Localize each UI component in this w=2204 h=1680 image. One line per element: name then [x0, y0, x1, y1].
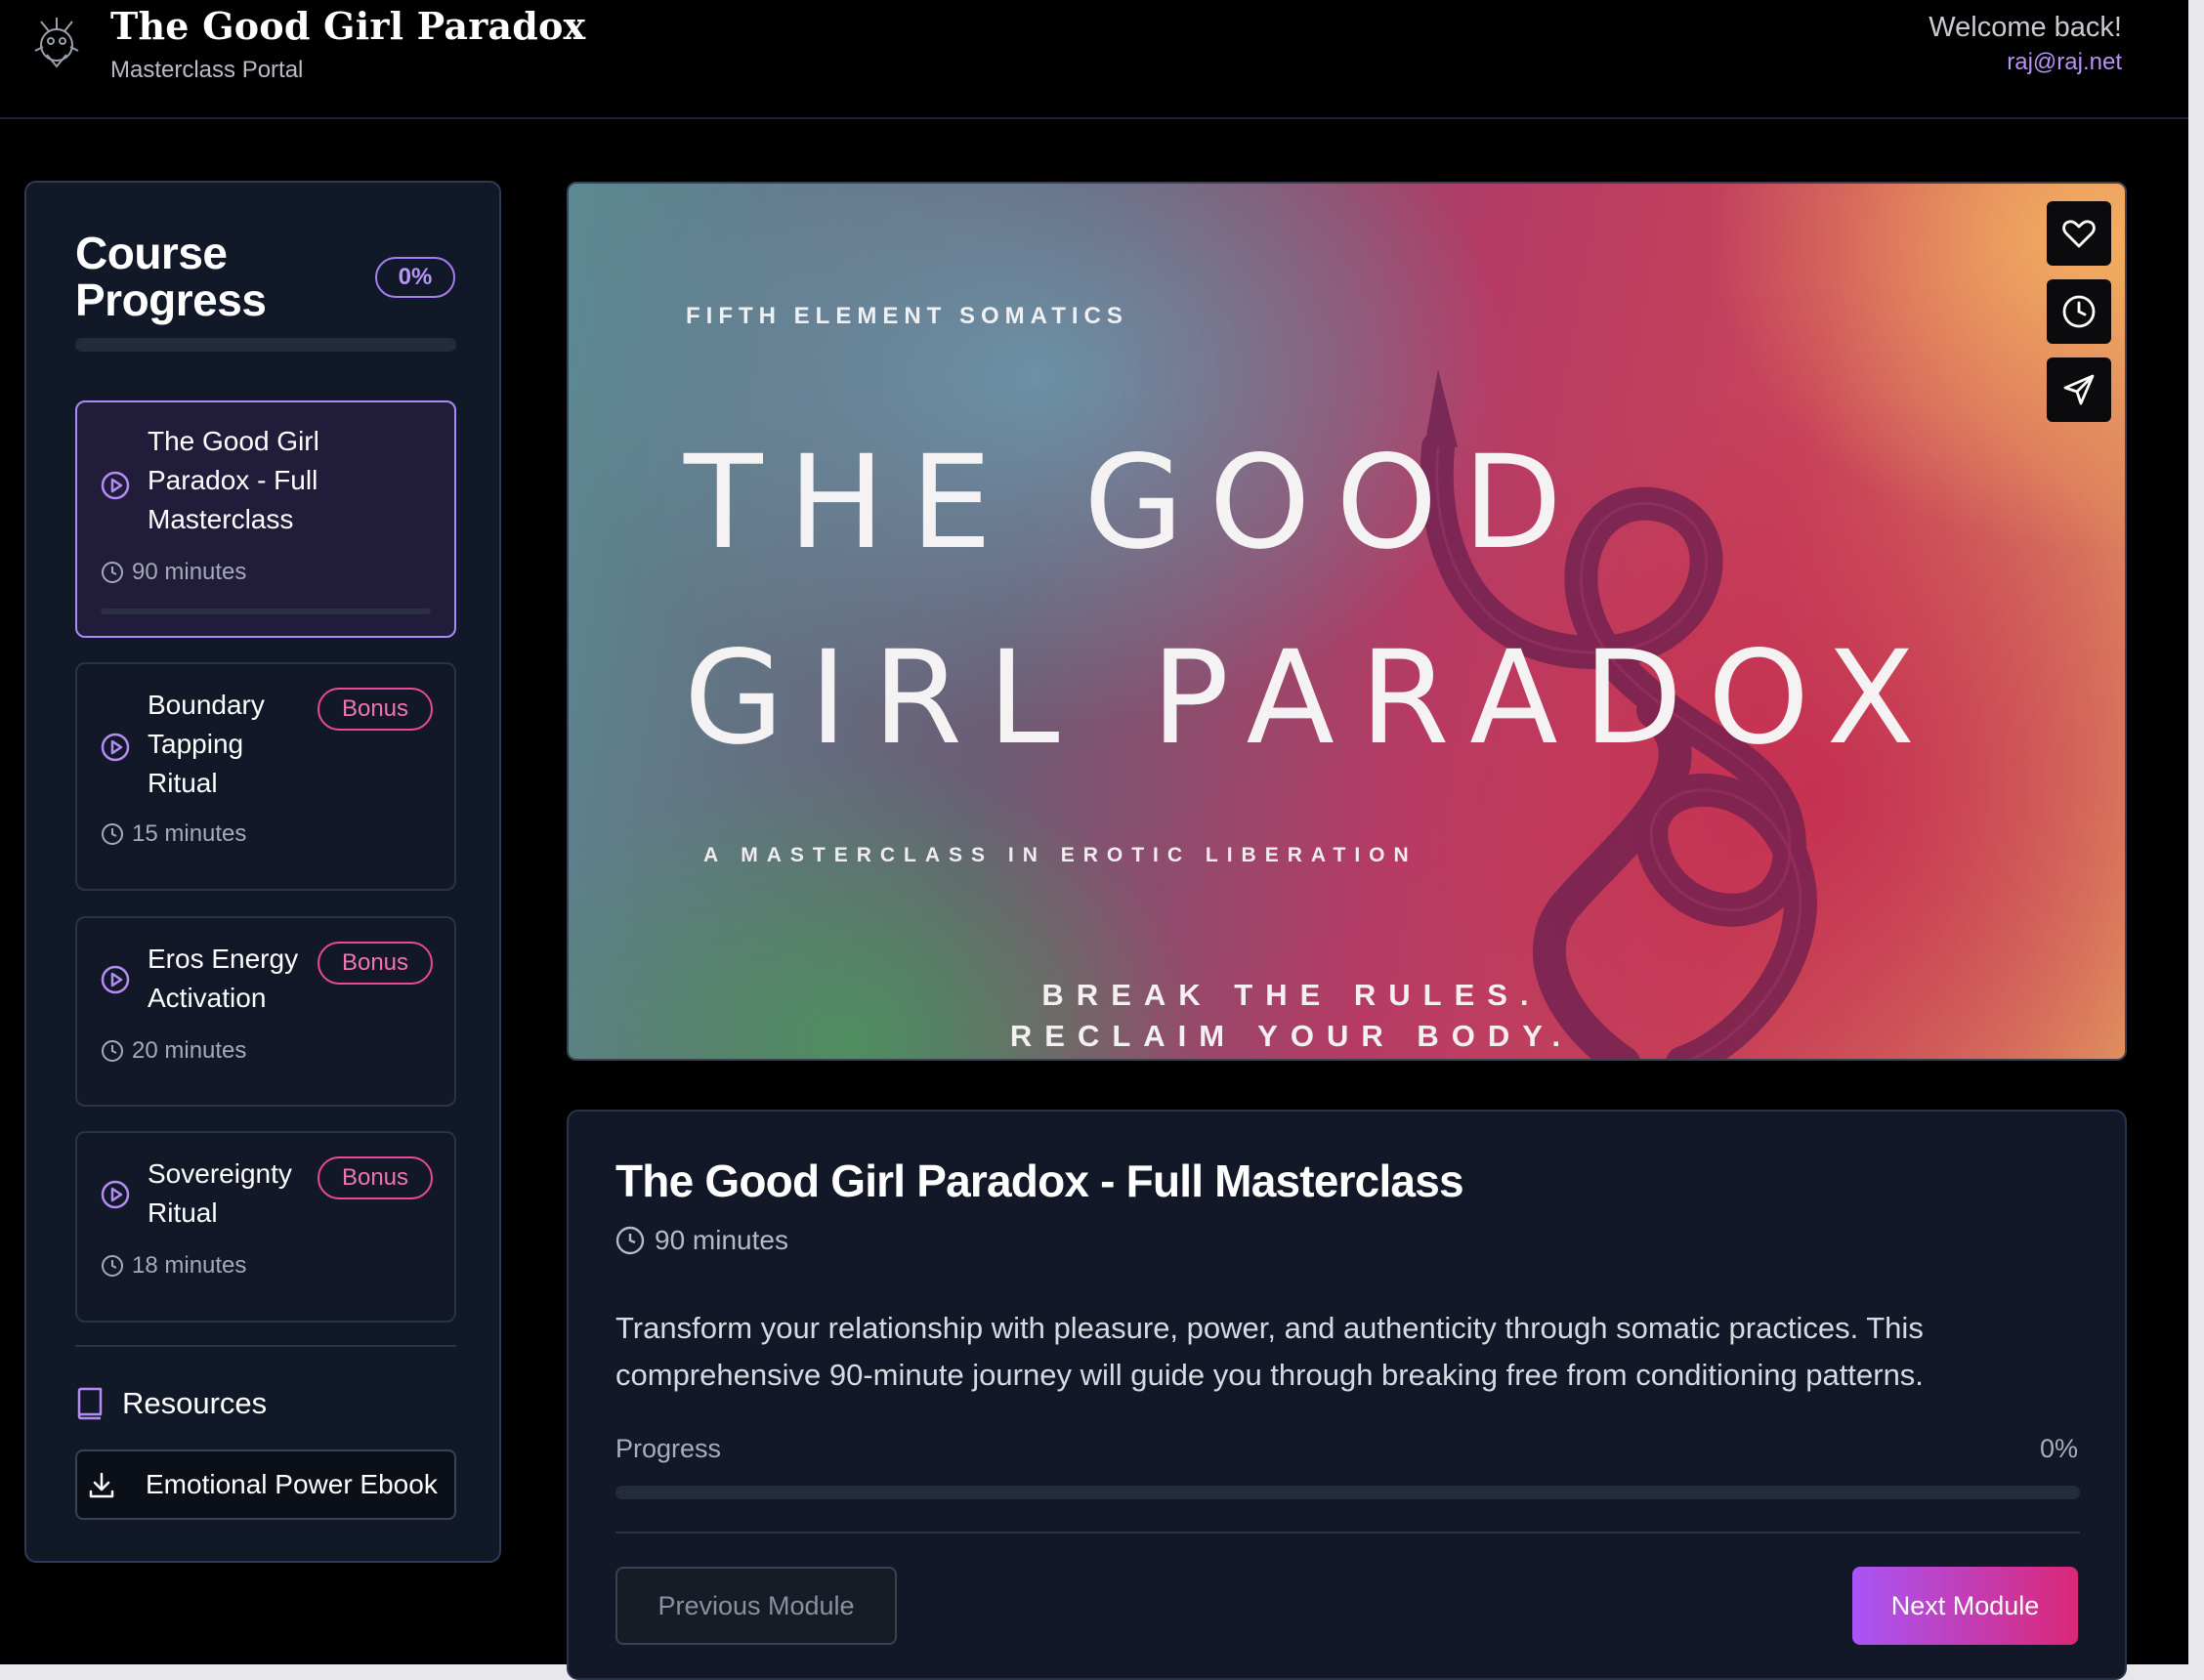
download-icon [89, 1472, 114, 1498]
hero-brand: FIFTH ELEMENT SOMATICS [686, 303, 1128, 329]
resource-label: Emotional Power Ebook [146, 1469, 438, 1499]
module-item-eros-energy[interactable]: Eros Energy Activation Bonus 20 minutes [75, 916, 456, 1107]
play-circle-icon [101, 1180, 130, 1209]
play-circle-icon [101, 965, 130, 994]
hero-tagline-line1: BREAK THE RULES. [1041, 978, 1542, 1012]
clock-icon [102, 1040, 123, 1062]
resources-heading: Resources [75, 1386, 267, 1421]
heart-icon [2062, 220, 2096, 248]
bonus-badge: Bonus [318, 942, 433, 985]
clock-icon [102, 823, 123, 845]
video-hero[interactable]: FIFTH ELEMENT SOMATICS THE GOOD GIRL PAR… [567, 182, 2127, 1061]
lesson-duration: 90 minutes [615, 1225, 788, 1256]
lesson-description: Transform your relationship with pleasur… [615, 1311, 1924, 1392]
bonus-badge: Bonus [318, 688, 433, 731]
module-duration: 20 minutes [101, 1037, 246, 1065]
previous-module-button[interactable]: Previous Module [615, 1567, 897, 1645]
user-email[interactable]: raj@raj.net [2007, 49, 2122, 76]
favorite-button[interactable] [2047, 201, 2111, 266]
module-duration-text: 20 minutes [132, 1037, 247, 1064]
module-duration-text: 15 minutes [132, 820, 247, 847]
module-title: Eros Energy Activation [148, 944, 299, 1013]
lesson-progress-value: 0% [2039, 1434, 2078, 1463]
hero-title-line1: THE GOOD [684, 428, 1588, 578]
module-title: The Good Girl Paradox - Full Masterclass [148, 426, 319, 534]
resources-title: Resources [122, 1386, 268, 1420]
clock-icon [615, 1226, 645, 1255]
clock-icon [102, 1255, 123, 1277]
hero-tagline-line2: RECLAIM YOUR BODY. [1009, 1019, 1574, 1053]
clock-icon [102, 562, 123, 583]
clock-icon [2062, 295, 2096, 328]
send-icon [2063, 374, 2095, 405]
lesson-duration-text: 90 minutes [655, 1225, 788, 1255]
module-duration: 18 minutes [101, 1252, 246, 1280]
hero-subtitle: A MASTERCLASS IN EROTIC LIBERATION [703, 844, 1418, 866]
window-scroll-edge [2188, 0, 2204, 1680]
bonus-badge: Bonus [318, 1156, 433, 1199]
module-progress-bar [101, 609, 431, 614]
lesson-title: The Good Girl Paradox - Full Masterclass [615, 1155, 1464, 1206]
module-title: Sovereignty Ritual [148, 1158, 292, 1228]
lesson-progress-label: Progress [615, 1434, 722, 1463]
logo-icon [34, 18, 79, 68]
book-icon [77, 1387, 103, 1420]
brand-subtitle: Masterclass Portal [110, 57, 304, 83]
brand-title: The Good Girl Paradox [110, 4, 586, 48]
lesson-info-panel: The Good Girl Paradox - Full Masterclass… [567, 1110, 2127, 1680]
course-sidebar: Course Progress 0% The Good Girl Paradox… [24, 181, 501, 1563]
play-circle-icon [101, 471, 130, 500]
module-duration: 90 minutes [101, 559, 246, 586]
lesson-progress-bar [615, 1486, 2080, 1499]
welcome-text: Welcome back! [1928, 12, 2122, 43]
sidebar-divider [75, 1345, 456, 1347]
module-title: Boundary Tapping Ritual [148, 690, 265, 798]
play-circle-icon [101, 733, 130, 762]
module-duration-text: 18 minutes [132, 1252, 247, 1279]
resource-ebook-button[interactable]: Emotional Power Ebook [75, 1449, 456, 1520]
share-button[interactable] [2047, 357, 2111, 422]
module-duration-text: 90 minutes [132, 559, 247, 585]
watch-later-button[interactable] [2047, 279, 2111, 344]
top-header: The Good Girl Paradox Masterclass Portal… [0, 0, 2188, 119]
module-item-boundary-tapping[interactable]: Boundary Tapping Ritual Bonus 15 minutes [75, 662, 456, 891]
course-progress-badge: 0% [375, 257, 455, 298]
module-item-full-masterclass[interactable]: The Good Girl Paradox - Full Masterclass… [75, 400, 456, 638]
lesson-divider [615, 1532, 2080, 1533]
hero-title-line2: GIRL PARADOX [684, 623, 1941, 774]
module-item-sovereignty-ritual[interactable]: Sovereignty Ritual Bonus 18 minutes [75, 1131, 456, 1323]
next-module-button[interactable]: Next Module [1852, 1567, 2078, 1645]
hero-tagline: BREAK THE RULES. RECLAIM YOUR BODY. [901, 975, 1682, 1057]
module-duration: 15 minutes [101, 820, 246, 848]
course-progress-title: Course Progress [75, 228, 267, 325]
course-progress-bar [75, 338, 456, 352]
